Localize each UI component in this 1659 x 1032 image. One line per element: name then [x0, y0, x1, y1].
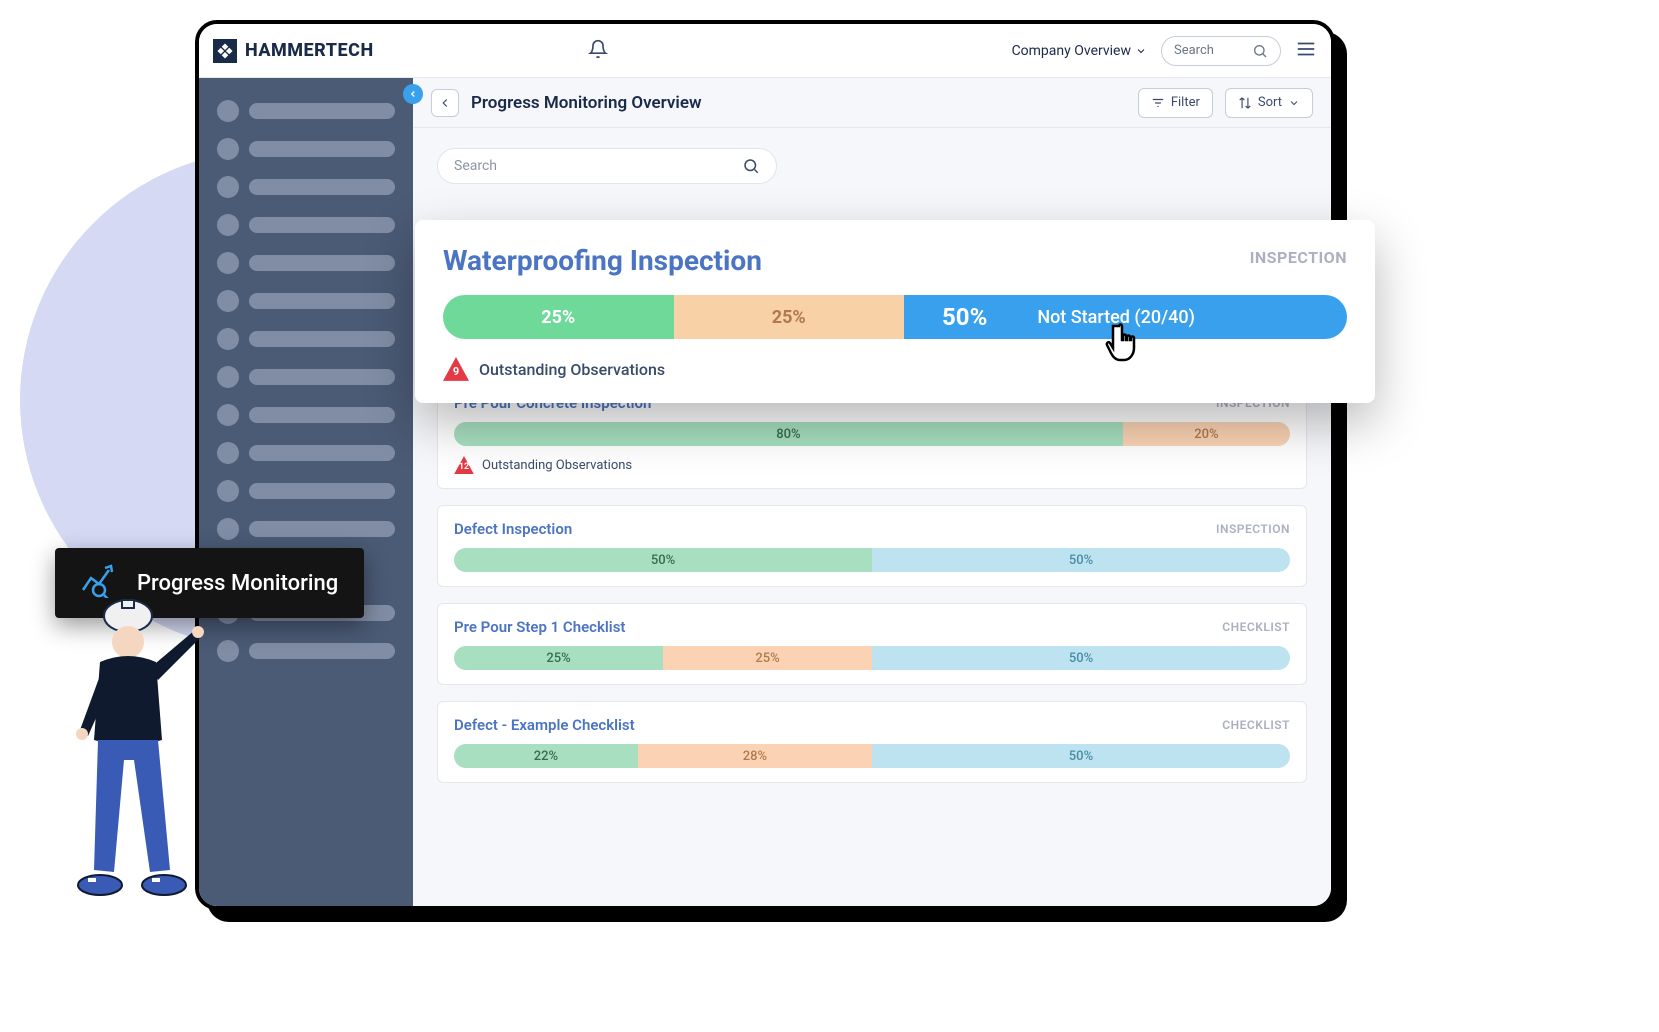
progress-segment: 80% — [454, 422, 1123, 446]
brand-text: HAMMERTECH — [245, 40, 374, 61]
content-search-input[interactable]: Search — [437, 148, 777, 184]
warning-triangle-icon: 12 — [454, 456, 474, 474]
progress-bar: 25%25%50% — [454, 646, 1290, 670]
card-tag: CHECKLIST — [1222, 620, 1290, 634]
back-button[interactable] — [431, 89, 459, 117]
inspection-card-featured[interactable]: INSPECTION Waterproofing Inspection 25% … — [415, 220, 1375, 403]
card-title: Defect - Example Checklist — [454, 716, 635, 734]
page-title: Progress Monitoring Overview — [471, 93, 702, 113]
company-link-label: Company Overview — [1012, 43, 1131, 59]
card-tag: INSPECTION — [1250, 248, 1347, 267]
sidebar-item[interactable] — [217, 176, 395, 198]
progress-bar: 25% 25% 50% Not Started (20/40) — [443, 295, 1347, 339]
outstanding-observations[interactable]: 9 Outstanding Observations — [443, 357, 1347, 381]
card-title: Waterproofing Inspection — [443, 244, 1347, 277]
inspection-card[interactable]: Defect - Example Checklist CHECKLIST 22%28… — [437, 701, 1307, 783]
inspection-card[interactable]: Pre Pour Step 1 Checklist CHECKLIST 25%25%… — [437, 603, 1307, 685]
sidebar — [199, 78, 413, 906]
topbar-search-input[interactable]: Search — [1161, 36, 1281, 66]
main-content: Progress Monitoring Overview Filter Sort… — [413, 78, 1331, 906]
chevron-down-icon — [1135, 45, 1147, 57]
card-tag: INSPECTION — [1216, 522, 1290, 536]
filter-icon — [1151, 96, 1165, 110]
brand-icon — [213, 39, 237, 63]
sidebar-item[interactable] — [217, 214, 395, 236]
progress-segment: 50% — [872, 744, 1290, 768]
progress-segment: 50% — [872, 646, 1290, 670]
sidebar-item[interactable] — [217, 290, 395, 312]
sidebar-item[interactable] — [217, 252, 395, 274]
sidebar-item[interactable] — [217, 328, 395, 350]
sidebar-collapse-button[interactable] — [403, 84, 423, 104]
sidebar-item[interactable] — [217, 100, 395, 122]
progress-segment: 25% — [454, 646, 663, 670]
company-overview-dropdown[interactable]: Company Overview — [1012, 43, 1147, 59]
sidebar-item[interactable] — [217, 518, 395, 540]
filter-button[interactable]: Filter — [1138, 88, 1213, 118]
card-title: Defect Inspection — [454, 520, 572, 538]
search-placeholder: Search — [1174, 43, 1242, 58]
progress-segment: 25% — [663, 646, 872, 670]
progress-segment-inprogress: 25% — [674, 295, 905, 339]
brand: HAMMERTECH — [213, 39, 374, 63]
progress-bar: 22%28%50% — [454, 744, 1290, 768]
progress-segment: 22% — [454, 744, 638, 768]
search-icon — [1252, 43, 1268, 59]
sidebar-item[interactable] — [217, 640, 395, 662]
search-icon — [742, 157, 760, 175]
topbar: HAMMERTECH Company Overview Search — [199, 24, 1331, 78]
progress-bar: 80%20% — [454, 422, 1290, 446]
search-placeholder: Search — [454, 158, 732, 174]
progress-segment: 50% — [872, 548, 1290, 572]
sort-button[interactable]: Sort — [1225, 88, 1313, 118]
chevron-down-icon — [1288, 97, 1300, 109]
progress-bar: 50%50% — [454, 548, 1290, 572]
cursor-pointer-icon — [1105, 320, 1147, 374]
bell-icon[interactable] — [588, 39, 608, 63]
sidebar-item[interactable] — [217, 366, 395, 388]
card-tag: CHECKLIST — [1222, 718, 1290, 732]
progress-segment-complete: 25% — [443, 295, 674, 339]
page-header: Progress Monitoring Overview Filter Sort — [413, 78, 1331, 128]
sidebar-item[interactable] — [217, 480, 395, 502]
sidebar-item[interactable] — [217, 442, 395, 464]
inspection-card[interactable]: Defect Inspection INSPECTION 50%50% — [437, 505, 1307, 587]
illustration-person — [40, 590, 220, 930]
card-title: Pre Pour Step 1 Checklist — [454, 618, 625, 636]
sort-icon — [1238, 96, 1252, 110]
progress-segment: 28% — [638, 744, 872, 768]
sidebar-item[interactable] — [217, 138, 395, 160]
menu-icon[interactable] — [1295, 38, 1317, 64]
tablet-frame: HAMMERTECH Company Overview Search — [195, 20, 1335, 910]
progress-segment: 20% — [1123, 422, 1290, 446]
sidebar-item[interactable] — [217, 404, 395, 426]
warning-triangle-icon: 9 — [443, 357, 469, 381]
outstanding-observations[interactable]: 12Outstanding Observations — [454, 456, 1290, 474]
progress-segment: 50% — [454, 548, 872, 572]
